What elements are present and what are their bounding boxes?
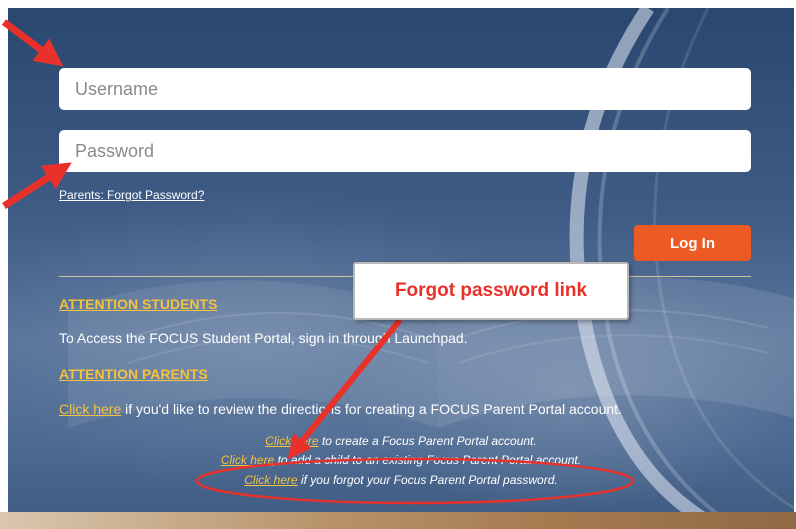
- parents-notice: Click here if you'd like to review the d…: [59, 401, 622, 417]
- password-input[interactable]: [59, 130, 751, 172]
- forgot-password-line: Click here if you forgot your Focus Pare…: [8, 473, 794, 487]
- students-notice-text: To Access the FOCUS Student Portal, sign…: [59, 330, 468, 346]
- add-child-text: to add a child to an existing Focus Pare…: [274, 453, 582, 467]
- username-input[interactable]: [59, 68, 751, 110]
- forgot-password-text: if you forgot your Focus Parent Portal p…: [297, 473, 558, 487]
- create-account-link[interactable]: Click here: [265, 434, 318, 448]
- attention-students-heading: ATTENTION STUDENTS: [59, 296, 218, 312]
- add-child-line: Click here to add a child to an existing…: [8, 453, 794, 467]
- attention-parents-heading: ATTENTION PARENTS: [59, 366, 208, 382]
- create-account-line: Click here to create a Focus Parent Port…: [8, 434, 794, 448]
- bottom-background-strip: [0, 512, 796, 529]
- parent-directions-link[interactable]: Click here: [59, 401, 121, 417]
- parents-notice-text: if you'd like to review the directions f…: [121, 401, 622, 417]
- annotation-callout: Forgot password link: [353, 262, 629, 320]
- forgot-password-link[interactable]: Click here: [244, 473, 297, 487]
- callout-text: Forgot password link: [394, 280, 588, 301]
- add-child-link[interactable]: Click here: [221, 453, 274, 467]
- create-account-text: to create a Focus Parent Portal account.: [318, 434, 537, 448]
- parents-forgot-password-link[interactable]: Parents: Forgot Password?: [59, 188, 204, 202]
- login-button[interactable]: Log In: [634, 225, 751, 261]
